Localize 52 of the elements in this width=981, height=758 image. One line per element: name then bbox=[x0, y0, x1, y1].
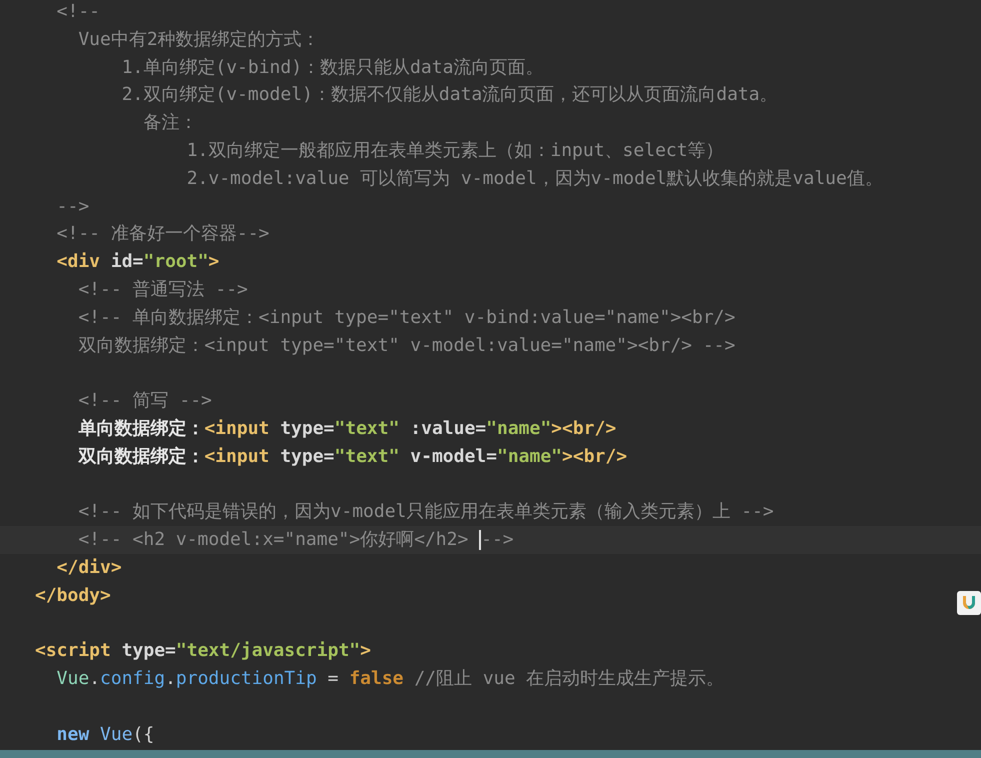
code-comment: Vue中有2种数据绑定的方式： bbox=[78, 28, 320, 50]
code-identifier: Vue bbox=[56, 668, 90, 690]
code-comment: <!-- <h2 v-model:x="name">你好啊</h2> bbox=[78, 529, 470, 550]
code-comment: 2.双向绑定(v-model)：数据不仅能从data流向页面，还可以从页面流向data。 bbox=[122, 84, 778, 106]
code-tag: > bbox=[360, 640, 371, 662]
code-attribute: :value= bbox=[409, 418, 486, 439]
code-comment: <!-- 准备好一个容器--> bbox=[56, 223, 270, 244]
code-tag: </div> bbox=[56, 556, 122, 578]
code-tag: <input bbox=[204, 418, 270, 439]
code-comment: <!-- 普通写法 --> bbox=[78, 278, 248, 300]
code-comment: 1.单向绑定(v-bind)：数据只能从data流向页面。 bbox=[122, 56, 544, 78]
code-comment: <!-- 单向数据绑定：<input type="text" v-bind:value="name"><br/> bbox=[78, 306, 736, 328]
code-string: "text" bbox=[334, 418, 400, 439]
code-punctuation: ({ bbox=[132, 724, 154, 745]
code-attribute: type= bbox=[279, 446, 334, 467]
code-comment: //阻止 vue 在启动时生成生产提示。 bbox=[413, 668, 724, 690]
code-string: "text" bbox=[334, 446, 400, 467]
code-string: "name" bbox=[486, 418, 552, 439]
code-attribute: type= bbox=[120, 640, 176, 662]
code-tag: <script bbox=[35, 640, 111, 662]
code-comment: 双向数据绑定：<input type="text" v-model:value="name"><br/> --> bbox=[78, 334, 736, 356]
code-text: 双向数据绑定： bbox=[78, 446, 204, 467]
code-tag: <div bbox=[56, 251, 100, 272]
code-comment: 备注： bbox=[143, 112, 198, 134]
plugin-icon[interactable] bbox=[957, 591, 981, 615]
code-property: config bbox=[100, 668, 166, 690]
code-attribute: type= bbox=[279, 418, 334, 439]
code-attribute: v-model= bbox=[409, 446, 497, 467]
code-comment: --> bbox=[56, 196, 90, 217]
code-property: productionTip bbox=[176, 668, 317, 690]
code-attribute: id= bbox=[110, 251, 144, 272]
code-tag: ><br/> bbox=[562, 446, 628, 467]
code-punctuation: . bbox=[89, 668, 100, 690]
code-tag: </body> bbox=[35, 584, 111, 606]
code-tag: <input bbox=[204, 446, 270, 467]
code-comment: --> bbox=[481, 529, 514, 550]
code-comment: <!-- 如下代码是错误的，因为v-model只能应用在表单类元素（输入类元素）上 --> bbox=[78, 501, 774, 522]
code-comment: <!-- 简写 --> bbox=[78, 390, 212, 412]
code-string: "root" bbox=[143, 251, 208, 272]
code-punctuation: . bbox=[165, 668, 176, 690]
code-punctuation: = bbox=[326, 668, 340, 690]
code-comment: 2.v-model:value 可以简写为 v-model，因为v-model默认收集的就是value值。 bbox=[186, 168, 883, 189]
code-text: 单向数据绑定： bbox=[78, 418, 204, 439]
code-keyword: new bbox=[56, 724, 90, 745]
code-tag: ><br/> bbox=[551, 418, 616, 439]
code-string: "text/javascript" bbox=[176, 640, 360, 662]
code-keyword: false bbox=[349, 668, 404, 690]
code-comment: <!-- bbox=[56, 1, 100, 22]
code-identifier: Vue bbox=[100, 724, 133, 745]
code-string: "name" bbox=[496, 446, 562, 467]
code-comment: 1.双向绑定一般都应用在表单类元素上（如：input、select等） bbox=[186, 140, 724, 161]
code-tag: > bbox=[208, 251, 220, 272]
